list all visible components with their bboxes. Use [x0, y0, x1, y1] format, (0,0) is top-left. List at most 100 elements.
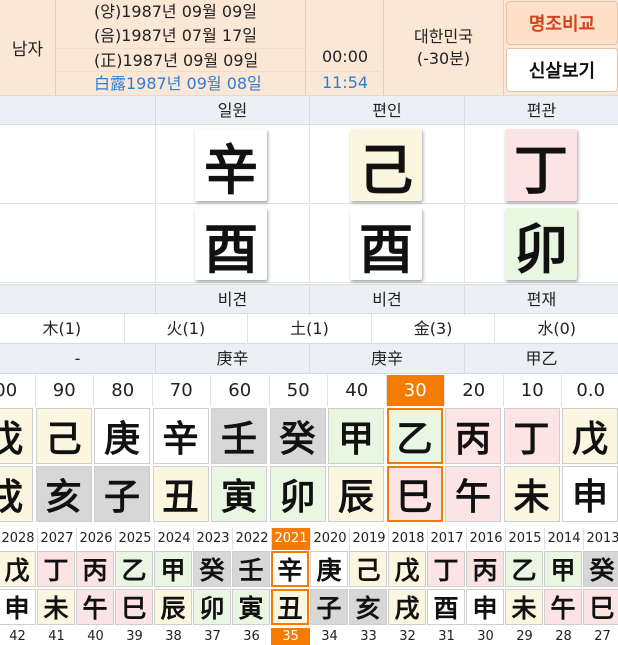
daewoon-stem-3[interactable]: 辛 [152, 408, 209, 464]
seun-year-8[interactable]: 2020 [310, 528, 349, 550]
seun-year-2[interactable]: 2026 [76, 528, 115, 550]
seun-branch-9[interactable]: 亥 [349, 589, 387, 625]
seun-stem-4[interactable]: 甲 [154, 551, 192, 587]
seun-stem-0[interactable]: 戊 [0, 551, 36, 587]
daewoon-branch-7[interactable]: 巳 [386, 466, 443, 522]
seun-year-14[interactable]: 2014 [544, 528, 583, 550]
seun-year-4[interactable]: 2024 [154, 528, 193, 550]
birth-dates: (양)1987년 09월 09일 (음)1987년 07월 17일 (正)198… [56, 0, 306, 95]
seun-branch-4[interactable]: 辰 [154, 589, 192, 625]
seun-age-1: 41 [48, 629, 65, 644]
seun-branch-12[interactable]: 申 [466, 589, 504, 625]
daewoon-stem-6[interactable]: 甲 [328, 408, 384, 464]
daewoon-stem-9[interactable]: 丁 [503, 408, 560, 464]
seun-stem-8[interactable]: 庚 [310, 551, 348, 587]
seun-branch-10[interactable]: 戌 [388, 589, 426, 625]
daewoon-branch-0[interactable]: 戌 [0, 466, 33, 522]
daewoon-age-7[interactable]: 30 [385, 375, 444, 406]
seun-year-6[interactable]: 2022 [232, 528, 271, 550]
daewoon-age-5[interactable]: 50 [268, 375, 328, 406]
daewoon-age-10[interactable]: 0.0 [561, 375, 618, 406]
seun-branch-2[interactable]: 午 [76, 589, 114, 625]
daewoon-branch-4[interactable]: 寅 [211, 466, 267, 522]
daewoon-stem-0[interactable]: 戊 [0, 408, 33, 464]
seun-branch-15[interactable]: 巳 [583, 589, 618, 625]
daewoon-stem-8[interactable]: 丙 [445, 408, 501, 464]
seun-stem-5[interactable]: 癸 [193, 551, 231, 587]
seun-age-6: 36 [243, 629, 260, 644]
seun-stem-12[interactable]: 丙 [466, 551, 504, 587]
hidden-stems-row: - 庚辛 庚辛 甲乙 [0, 344, 618, 374]
birth-times: 00:00 11:54 [306, 0, 384, 95]
seun-branch-1[interactable]: 未 [37, 589, 75, 625]
daewoon-stem-10[interactable]: 戊 [562, 408, 618, 464]
seun-year-9[interactable]: 2019 [349, 528, 388, 550]
daewoon-branch-10[interactable]: 申 [562, 466, 618, 522]
day-branch[interactable]: 酉 [195, 208, 267, 281]
seun-stem-7[interactable]: 辛 [271, 551, 309, 587]
element-metal-count: 金(3) [370, 314, 495, 344]
seun-year-15[interactable]: 2013 [583, 528, 618, 550]
compare-chart-button[interactable]: 명조비교 [506, 1, 618, 45]
seun-branch-3[interactable]: 巳 [115, 589, 153, 625]
view-sinsal-button[interactable]: 신살보기 [506, 48, 618, 92]
daewoon-branch-9[interactable]: 未 [503, 466, 560, 522]
seun-branch-0[interactable]: 申 [0, 589, 36, 625]
seun-year-10[interactable]: 2018 [388, 528, 427, 550]
daewoon-age-9[interactable]: 10 [502, 375, 562, 406]
seun-branch-13[interactable]: 未 [505, 589, 543, 625]
daewoon-branch-1[interactable]: 亥 [35, 466, 92, 522]
seun-branch-11[interactable]: 酉 [427, 589, 465, 625]
year-stem[interactable]: 丁 [505, 129, 577, 202]
seun-branch-6[interactable]: 寅 [232, 589, 270, 625]
seun-branch-8[interactable]: 子 [310, 589, 348, 625]
seun-stem-14[interactable]: 甲 [544, 551, 582, 587]
seun-stem-6[interactable]: 壬 [232, 551, 270, 587]
month-branch[interactable]: 酉 [350, 208, 422, 281]
daewoon-stem-7[interactable]: 乙 [386, 408, 443, 464]
daewoon-branch-6[interactable]: 辰 [328, 466, 384, 522]
seun-year-1[interactable]: 2027 [37, 528, 76, 550]
seun-year-11[interactable]: 2017 [427, 528, 466, 550]
daewoon-branch-2[interactable]: 子 [94, 466, 150, 522]
day-stem[interactable]: 辛 [195, 129, 267, 202]
seun-stem-13[interactable]: 乙 [505, 551, 543, 587]
seun-branch-7[interactable]: 丑 [271, 589, 309, 625]
seun-age-5: 37 [204, 629, 221, 644]
daewoon-age-4[interactable]: 60 [210, 375, 269, 406]
daewoon-age-0[interactable]: 00 [0, 375, 35, 406]
daewoon-age-6[interactable]: 40 [327, 375, 386, 406]
daewoon-age-2[interactable]: 80 [93, 375, 152, 406]
seun-branch-14[interactable]: 午 [544, 589, 582, 625]
seun-year-3[interactable]: 2025 [115, 528, 154, 550]
seun-stem-15[interactable]: 癸 [583, 551, 618, 587]
seun-stem-3[interactable]: 乙 [115, 551, 153, 587]
seun-stem-2[interactable]: 丙 [76, 551, 114, 587]
five-elements-row: 木(1) 火(1) 土(1) 金(3) 水(0) [0, 314, 618, 344]
birth-place: 대한민국 (-30분) [384, 0, 504, 95]
seun-stem-11[interactable]: 丁 [427, 551, 465, 587]
seun-age-13: 29 [516, 629, 533, 644]
daewoon-age-1[interactable]: 90 [34, 375, 94, 406]
daewoon-branch-3[interactable]: 丑 [152, 466, 209, 522]
seun-year-7[interactable]: 2021 [271, 528, 310, 550]
daewoon-stem-4[interactable]: 壬 [211, 408, 267, 464]
daewoon-age-3[interactable]: 70 [151, 375, 211, 406]
month-stem[interactable]: 己 [350, 129, 422, 202]
seun-branch-5[interactable]: 卯 [193, 589, 231, 625]
daewoon-stem-5[interactable]: 癸 [269, 408, 326, 464]
daewoon-branch-5[interactable]: 卯 [269, 466, 326, 522]
seun-stem-10[interactable]: 戊 [388, 551, 426, 587]
daewoon-stem-1[interactable]: 己 [35, 408, 92, 464]
seun-year-0[interactable]: 2028 [0, 528, 37, 550]
seun-year-13[interactable]: 2015 [505, 528, 544, 550]
solar-term-time: 11:54 [306, 71, 384, 95]
daewoon-age-8[interactable]: 20 [444, 375, 503, 406]
seun-stem-9[interactable]: 己 [349, 551, 387, 587]
daewoon-stem-2[interactable]: 庚 [94, 408, 150, 464]
daewoon-branch-8[interactable]: 午 [445, 466, 501, 522]
seun-year-5[interactable]: 2023 [193, 528, 232, 550]
year-branch[interactable]: 卯 [505, 208, 577, 281]
seun-stem-1[interactable]: 丁 [37, 551, 75, 587]
seun-year-12[interactable]: 2016 [466, 528, 505, 550]
